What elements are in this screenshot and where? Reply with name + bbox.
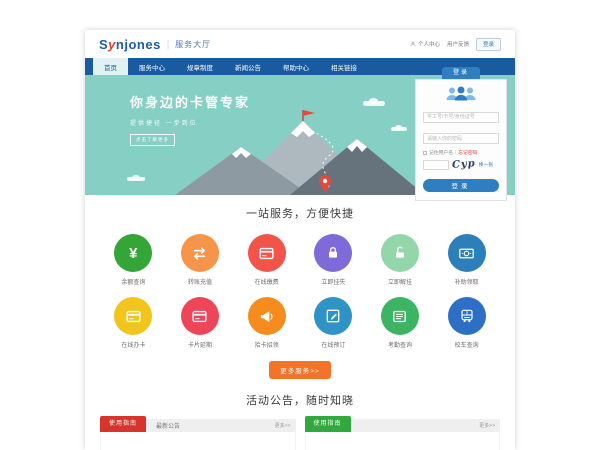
list-icon: [381, 297, 419, 335]
account-field[interactable]: [423, 112, 499, 123]
services-title: 一站服务，方便快捷: [100, 205, 500, 221]
user-feedback-link[interactable]: 用户反馈: [447, 40, 469, 48]
user-feedback-label: 用户反馈: [447, 40, 469, 48]
service-label: 在线缴费: [255, 277, 279, 286]
nav-item-rules[interactable]: 规章制度: [176, 58, 224, 75]
panel-content: [100, 432, 296, 450]
guide-panel-right: 使用指南 更多>>: [305, 419, 501, 450]
password-field[interactable]: [423, 133, 499, 144]
nav-item-home[interactable]: 首页: [93, 58, 128, 75]
remember-label: 记住用户名: [429, 149, 453, 156]
service-transfer-recharge[interactable]: 转账充值: [167, 234, 234, 286]
nav-item-help-center[interactable]: 帮助中心: [272, 58, 320, 75]
more-link[interactable]: 更多>>: [479, 422, 500, 429]
divider: |: [455, 150, 456, 155]
service-attendance-inquiry[interactable]: 考勤查询: [367, 297, 434, 349]
services-grid: ¥ 余额查询 转账充值 在线缴费 立即挂失: [100, 234, 500, 349]
bank-card-icon: [114, 297, 152, 335]
service-subsidy-collect[interactable]: 补助领取: [433, 234, 500, 286]
nav-item-news[interactable]: 新闻公告: [224, 58, 272, 75]
service-label: 立即解挂: [388, 277, 412, 286]
service-online-payment[interactable]: 在线缴费: [233, 234, 300, 286]
service-online-card-apply[interactable]: 在线办卡: [100, 297, 167, 349]
more-link[interactable]: 更多>>: [275, 422, 296, 429]
header: Synjones | 服务大厅 个人中心 用户反馈 登录: [85, 30, 515, 58]
nav-item-service-center[interactable]: 服务中心: [128, 58, 176, 75]
service-cancel-loss[interactable]: 立即解挂: [367, 234, 434, 286]
service-label: 补助领取: [455, 277, 479, 286]
service-card-extension[interactable]: 卡片延期: [167, 297, 234, 349]
logo-prefix: S: [99, 37, 108, 52]
nav-item-links[interactable]: 相关链接: [320, 58, 368, 75]
more-services-button[interactable]: 更多服务>>: [269, 361, 331, 379]
remember-row: 记住用户名 | 忘记密码: [423, 149, 499, 156]
banknote-icon: [448, 234, 486, 272]
tab-latest-announcements[interactable]: 最新公告: [156, 421, 180, 430]
yuan-icon: ¥: [114, 234, 152, 272]
personal-center-label: 个人中心: [418, 40, 440, 48]
service-balance-inquiry[interactable]: ¥ 余额查询: [100, 234, 167, 286]
service-label: 拾卡招领: [255, 340, 279, 349]
transfer-arrows-icon: [181, 234, 219, 272]
tab-usage-guide[interactable]: 使用指南: [305, 416, 351, 432]
users-group-icon: [444, 86, 478, 101]
login-tab[interactable]: 登录: [442, 67, 480, 79]
mountain-illustration: [175, 107, 425, 195]
forgot-password-link[interactable]: 忘记密码: [458, 149, 477, 156]
service-label: 在线预订: [321, 340, 345, 349]
login-form: 记住用户名 | 忘记密码 Cyp 换一张 登录: [415, 79, 507, 201]
panel-content: [305, 432, 501, 450]
logo[interactable]: Synjones: [99, 37, 161, 52]
logo-accent: y: [108, 37, 116, 52]
service-label: 校车查询: [455, 340, 479, 349]
announcements-section: 活动公告，随时知晓 使用指南 最新公告 更多>> 使用指南 更多>>: [85, 392, 515, 450]
header-right: 个人中心 用户反馈 登录: [410, 38, 501, 51]
panel-header: 使用指南 更多>>: [305, 419, 501, 432]
service-online-booking[interactable]: 在线预订: [300, 297, 367, 349]
login-submit-button[interactable]: 登录: [423, 179, 499, 192]
lock-open-icon: [381, 234, 419, 272]
hero-cta-button[interactable]: 点击了解更多: [130, 134, 175, 146]
cloud-decoration: [363, 101, 385, 106]
page: Synjones | 服务大厅 个人中心 用户反馈 登录 首页 服务中心 规章制…: [85, 30, 515, 450]
service-label: 转账充值: [188, 277, 212, 286]
bank-card-icon: [181, 297, 219, 335]
captcha-refresh-link[interactable]: 换一张: [479, 161, 493, 168]
bank-card-icon: [248, 234, 286, 272]
header-login-button[interactable]: 登录: [476, 38, 501, 51]
guide-panel-left: 使用指南 最新公告 更多>>: [100, 419, 296, 450]
service-report-loss[interactable]: 立即挂失: [300, 234, 367, 286]
personal-center-link[interactable]: 个人中心: [410, 40, 440, 48]
logo-divider: |: [167, 39, 169, 49]
service-label: 在线办卡: [121, 340, 145, 349]
edit-pencil-icon: [314, 297, 352, 335]
service-label: 余额查询: [121, 277, 145, 286]
lock-closed-icon: [314, 234, 352, 272]
announcement-panels: 使用指南 最新公告 更多>> 使用指南 更多>>: [85, 419, 515, 450]
remember-checkbox[interactable]: [423, 151, 427, 155]
service-label: 考勤查询: [388, 340, 412, 349]
captcha-image[interactable]: Cyp: [452, 158, 476, 171]
megaphone-icon: [248, 297, 286, 335]
service-found-card-claim[interactable]: 拾卡招领: [233, 297, 300, 349]
panel-header: 使用指南 最新公告 更多>>: [100, 419, 296, 432]
services-section: 一站服务，方便快捷 ¥ 余额查询 转账充值 在线缴费: [85, 195, 515, 379]
login-panel: 登录 记住用户名 | 忘记密码 Cyp 换一张: [415, 67, 507, 201]
tab-usage-guide[interactable]: 使用指南: [100, 416, 146, 432]
service-label: 立即挂失: [321, 277, 345, 286]
hero-banner: 你身边的卡管专家 提供捷径 一步到位 点击了解更多 登录: [85, 75, 515, 195]
announcements-title: 活动公告，随时知晓: [85, 392, 515, 408]
logo-suffix: njones: [116, 37, 161, 52]
service-school-bus-inquiry[interactable]: 校车查询: [433, 297, 500, 349]
person-icon: [410, 41, 416, 47]
captcha-input[interactable]: [423, 160, 449, 170]
service-label: 卡片延期: [188, 340, 212, 349]
site-tagline: 服务大厅: [175, 39, 211, 50]
bus-icon: [448, 297, 486, 335]
captcha-row: Cyp 换一张: [423, 159, 499, 170]
cloud-decoration: [127, 177, 145, 181]
